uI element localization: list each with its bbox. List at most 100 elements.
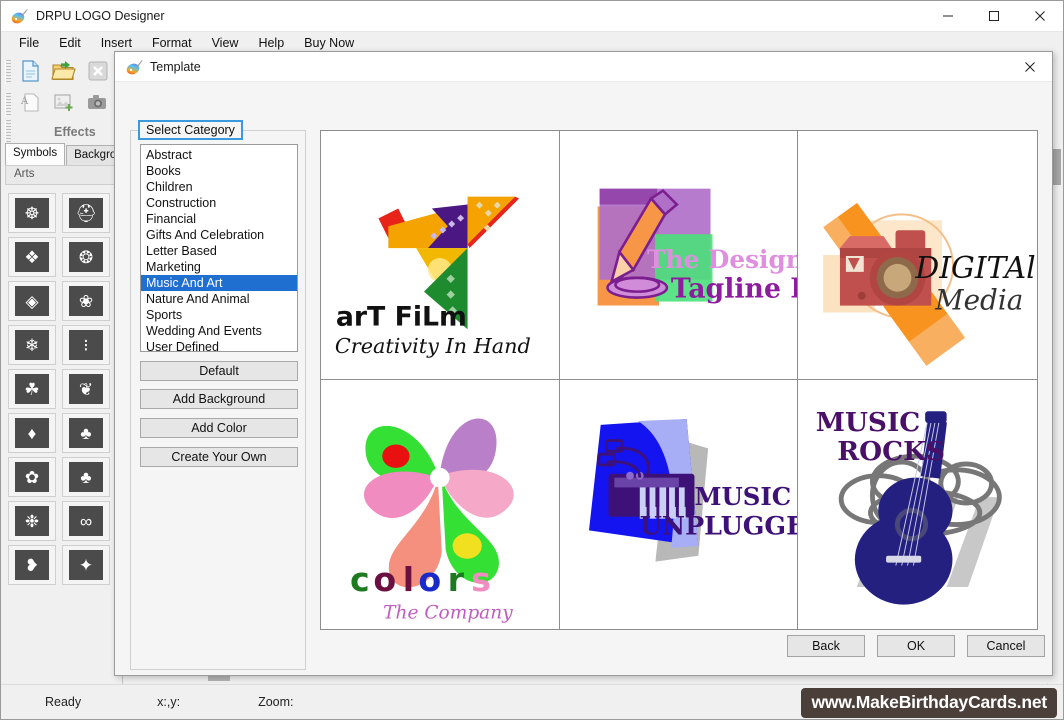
template-card-digital-media[interactable]: DIGITAl Media	[798, 131, 1037, 380]
svg-text:A: A	[20, 96, 29, 107]
svg-text:s: s	[471, 560, 491, 599]
minimize-button[interactable]	[925, 1, 971, 32]
svg-text:arT FiLm: arT FiLm	[336, 301, 467, 332]
category-item-sports[interactable]: Sports	[141, 307, 297, 323]
svg-text:c: c	[350, 560, 370, 599]
symbol-item[interactable]: ❦	[62, 369, 110, 409]
category-item-children[interactable]: Children	[141, 179, 297, 195]
add-color-button[interactable]: Add Color	[140, 418, 298, 438]
template-preview-grid: arT FiLm Creativity In Hand The Design T…	[320, 130, 1038, 630]
back-button[interactable]: Back	[787, 635, 865, 657]
template-dialog: Template Select Category Abstract Books …	[114, 51, 1053, 676]
watermark-url: www.MakeBirthdayCards.net	[801, 688, 1057, 718]
menu-insert[interactable]: Insert	[91, 34, 142, 52]
camera-icon: DIGITAl Media	[823, 202, 1036, 366]
window-titlebar: DRPU LOGO Designer	[1, 1, 1063, 32]
symbol-item[interactable]: ☸	[8, 193, 56, 233]
default-button[interactable]: Default	[140, 361, 298, 381]
menu-help[interactable]: Help	[248, 34, 294, 52]
ok-button[interactable]: OK	[877, 635, 955, 657]
maximize-button[interactable]	[971, 1, 1017, 32]
status-coordinates: x:,y:	[157, 695, 181, 709]
category-item-abstract[interactable]: Abstract	[141, 147, 297, 163]
template-card-music-rocks[interactable]: MUSIC ROCKS	[798, 380, 1037, 629]
menu-buy-now[interactable]: Buy Now	[294, 34, 364, 52]
svg-text:The Company: The Company	[383, 602, 513, 623]
category-item-financial[interactable]: Financial	[141, 211, 297, 227]
open-folder-icon[interactable]	[50, 58, 80, 86]
palmette-fan-symbol: ♣	[69, 418, 103, 448]
category-item-books[interactable]: Books	[141, 163, 297, 179]
svg-text:MUSIC: MUSIC	[694, 482, 791, 511]
menu-file[interactable]: File	[9, 34, 49, 52]
category-item-marketing[interactable]: Marketing	[141, 259, 297, 275]
symbol-grid[interactable]: ☸ ⛑ ❖ ❂ ◈ ❀ ❄ ⁝ ☘ ❦ ♦ ♣ ✿ ♣ ❉ ∞ ❥ ✦	[5, 187, 121, 685]
symbol-item[interactable]: ☘	[8, 369, 56, 409]
category-listbox[interactable]: Abstract Books Children Construction Fin…	[140, 144, 298, 352]
svg-text:UNPLUGGED: UNPLUGGED	[639, 510, 797, 540]
circle-weave-symbol: ◈	[15, 286, 49, 316]
menu-format[interactable]: Format	[142, 34, 202, 52]
symbol-item[interactable]: ❉	[8, 501, 56, 541]
floral-cross-symbol: ❄	[15, 330, 49, 360]
symbol-item[interactable]: ♣	[62, 457, 110, 497]
symbol-item[interactable]: ❀	[62, 281, 110, 321]
toolbar-grip-2[interactable]	[5, 93, 11, 117]
close-button[interactable]	[1017, 1, 1063, 32]
dialog-close-button[interactable]	[1008, 52, 1052, 82]
scatter-dots-symbol: ⁝	[69, 330, 103, 360]
symbol-item[interactable]: ♣	[62, 413, 110, 453]
create-your-own-button[interactable]: Create Your Own	[140, 447, 298, 467]
symbol-item[interactable]: ◈	[8, 281, 56, 321]
template-card-colors[interactable]: c o l o r s The Company	[321, 380, 560, 629]
symbol-item[interactable]: ❂	[62, 237, 110, 277]
flower-petals-icon: c o l o r s The Company	[350, 418, 514, 623]
capture-camera-icon[interactable]	[84, 91, 114, 119]
fan-crest-symbol: ☘	[15, 374, 49, 404]
dialog-body: Select Category Abstract Books Children …	[115, 82, 1052, 675]
window-controls	[925, 1, 1063, 32]
toolbar-grip[interactable]	[5, 60, 11, 84]
close-document-icon[interactable]	[84, 58, 114, 86]
symbol-item[interactable]: ❥	[8, 545, 56, 585]
menu-edit[interactable]: Edit	[49, 34, 91, 52]
category-item-nature-and-animal[interactable]: Nature And Animal	[141, 291, 297, 307]
template-card-design-bag[interactable]: The Design Bag Tagline Here	[559, 131, 799, 380]
symbol-item[interactable]: ✿	[8, 457, 56, 497]
menu-view[interactable]: View	[202, 34, 249, 52]
effects-grip[interactable]	[5, 120, 11, 144]
symbol-item[interactable]: ⛑	[62, 193, 110, 233]
category-item-gifts-and-celebration[interactable]: Gifts And Celebration	[141, 227, 297, 243]
window-title: DRPU LOGO Designer	[36, 9, 165, 23]
select-category-legend[interactable]: Select Category	[138, 120, 243, 140]
dialog-titlebar: Template	[115, 52, 1052, 82]
insert-text-icon[interactable]: A	[16, 91, 46, 119]
category-item-wedding-and-events[interactable]: Wedding And Events	[141, 323, 297, 339]
dialog-title: Template	[150, 59, 201, 74]
template-card-art-film[interactable]: arT FiLm Creativity In Hand	[321, 131, 560, 380]
symbol-item[interactable]: ∞	[62, 501, 110, 541]
category-item-user-defined[interactable]: User Defined	[141, 339, 297, 351]
leaf-scroll-symbol: ❦	[69, 374, 103, 404]
cancel-button[interactable]: Cancel	[967, 635, 1045, 657]
scroll-divider-symbol: ∞	[69, 506, 103, 536]
symbol-item[interactable]: ❖	[8, 237, 56, 277]
quatrefoil-spiral-symbol: ❀	[69, 286, 103, 316]
app-logo-icon	[10, 7, 28, 25]
insert-image-icon[interactable]	[50, 91, 80, 119]
status-ready: Ready	[45, 695, 82, 709]
celtic-knot-wheel-symbol: ⛑	[69, 198, 103, 228]
symbol-item[interactable]: ❄	[8, 325, 56, 365]
template-card-music-unplugged[interactable]: MUSIC UNPLUGGED	[559, 380, 799, 629]
add-background-button[interactable]: Add Background	[140, 389, 298, 409]
tab-symbols[interactable]: Symbols	[5, 143, 66, 165]
symbol-item[interactable]: ⁝	[62, 325, 110, 365]
category-item-construction[interactable]: Construction	[141, 195, 297, 211]
symbol-item[interactable]: ✦	[62, 545, 110, 585]
category-item-music-and-art[interactable]: Music And Art	[141, 275, 297, 291]
symbol-item[interactable]: ♦	[8, 413, 56, 453]
triskelion-symbol: ☸	[15, 198, 49, 228]
category-item-letter-based[interactable]: Letter Based	[141, 243, 297, 259]
square-interlace-symbol: ❖	[15, 242, 49, 272]
new-document-icon[interactable]	[16, 58, 46, 86]
